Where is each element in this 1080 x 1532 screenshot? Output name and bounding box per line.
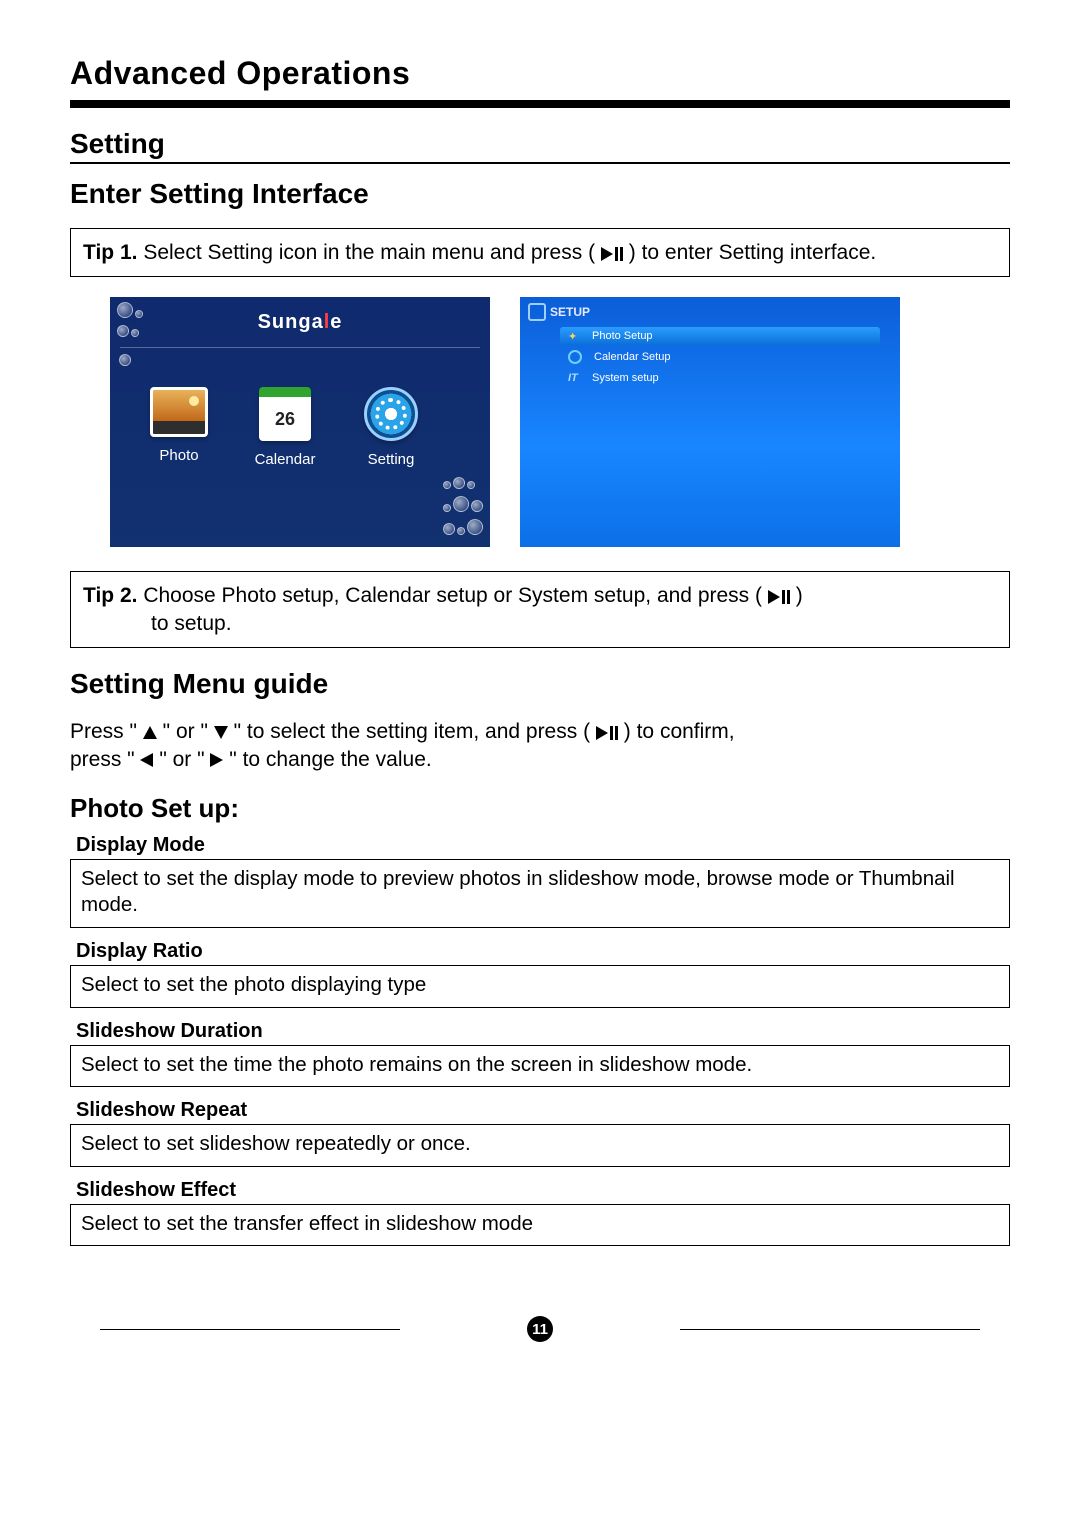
footer-line xyxy=(680,1329,980,1330)
setup-row-label: Calendar Setup xyxy=(594,351,670,363)
bubble-decor-icon xyxy=(442,476,484,541)
mg-c: " to select the setting item, and press … xyxy=(234,720,590,743)
menu-label: Setting xyxy=(368,451,415,468)
opt-title: Display Mode xyxy=(76,834,1010,857)
menu-row: Photo 26 Calendar Setting xyxy=(140,387,430,468)
tip-1-text-a: Select Setting icon in the main menu and… xyxy=(143,241,595,264)
photo-setup-title: Photo Set up: xyxy=(70,793,1010,824)
gear-icon xyxy=(364,387,418,441)
circle-icon xyxy=(568,350,582,364)
brand-part-a: Sunga xyxy=(258,311,324,333)
play-pause-icon xyxy=(596,726,618,740)
chapter-rule xyxy=(70,100,1010,108)
mg-d: ) to confirm, xyxy=(624,720,735,743)
tip-1-text-b: ) to enter Setting interface. xyxy=(629,241,876,264)
bubble-decor-icon xyxy=(116,301,144,343)
mg-b: " or " xyxy=(163,720,208,743)
right-arrow-icon xyxy=(210,753,223,767)
opt-title: Display Ratio xyxy=(76,940,1010,963)
play-pause-icon xyxy=(768,590,790,604)
tip-2-text-b: ) xyxy=(796,584,803,607)
mg-f: " or " xyxy=(159,748,204,771)
it-icon: IT xyxy=(568,372,580,384)
chapter-title: Advanced Operations xyxy=(70,55,1010,92)
setup-header: SETUP xyxy=(550,305,590,319)
opt-desc-box: Select to set the photo displaying type xyxy=(70,965,1010,1008)
mg-e: press " xyxy=(70,748,135,771)
mg-a: Press " xyxy=(70,720,137,743)
menu-item-photo: Photo xyxy=(140,387,218,468)
page-number: 11 xyxy=(527,1316,553,1342)
tip-2-text-c: to setup. xyxy=(83,610,997,637)
opt-desc-box: Select to set the time the photo remains… xyxy=(70,1045,1010,1088)
menu-item-setting: Setting xyxy=(352,387,430,468)
tip-2-label: Tip 2. xyxy=(83,584,137,607)
footer-line xyxy=(100,1329,400,1330)
brand-logo: Sungale xyxy=(110,311,490,334)
opt-desc-box: Select to set slideshow repeatedly or on… xyxy=(70,1124,1010,1167)
play-pause-icon xyxy=(601,247,623,261)
tip-2-text-a: Choose Photo setup, Calendar setup or Sy… xyxy=(143,584,762,607)
setup-row-label: System setup xyxy=(592,372,659,384)
menu-guide-title: Setting Menu guide xyxy=(70,668,1010,700)
main-menu-screenshot: Sungale Photo 26 Calendar Setting xyxy=(110,297,490,547)
section-title: Setting xyxy=(70,128,1010,164)
photo-icon xyxy=(150,387,208,437)
setup-header-icon xyxy=(528,303,546,321)
menu-item-calendar: 26 Calendar xyxy=(246,387,324,468)
mg-g: " to change the value. xyxy=(229,748,431,771)
setup-row-photo: ✦ Photo Setup xyxy=(560,327,880,345)
opt-title: Slideshow Repeat xyxy=(76,1099,1010,1122)
bubble-decor-icon xyxy=(118,353,132,372)
menu-label: Calendar xyxy=(255,451,316,468)
screenshots-row: Sungale Photo 26 Calendar Setting xyxy=(110,297,1010,547)
menu-label: Photo xyxy=(159,447,198,464)
up-arrow-icon xyxy=(143,726,157,739)
brand-part-c: e xyxy=(330,311,342,333)
calendar-icon: 26 xyxy=(259,387,311,441)
setup-row-label: Photo Setup xyxy=(592,330,653,342)
tip-2-box: Tip 2. Choose Photo setup, Calendar setu… xyxy=(70,571,1010,648)
menu-guide-text: Press " " or " " to select the setting i… xyxy=(70,718,1010,775)
left-arrow-icon xyxy=(140,753,153,767)
subsection-title: Enter Setting Interface xyxy=(70,178,1010,210)
page-footer: 11 xyxy=(70,1316,1010,1342)
star-icon: ✦ xyxy=(568,330,580,342)
setup-row-system: IT System setup xyxy=(560,369,880,387)
setup-row-calendar: Calendar Setup xyxy=(560,347,880,367)
opt-title: Slideshow Duration xyxy=(76,1020,1010,1043)
divider xyxy=(120,347,480,348)
opt-desc-box: Select to set the display mode to previe… xyxy=(70,859,1010,928)
down-arrow-icon xyxy=(214,726,228,739)
setup-screenshot: SETUP ✦ Photo Setup Calendar Setup IT Sy… xyxy=(520,297,900,547)
opt-desc-box: Select to set the transfer effect in sli… xyxy=(70,1204,1010,1247)
tip-1-box: Tip 1. Select Setting icon in the main m… xyxy=(70,228,1010,277)
opt-title: Slideshow Effect xyxy=(76,1179,1010,1202)
tip-1-label: Tip 1. xyxy=(83,241,137,264)
setup-list: ✦ Photo Setup Calendar Setup IT System s… xyxy=(560,327,880,389)
